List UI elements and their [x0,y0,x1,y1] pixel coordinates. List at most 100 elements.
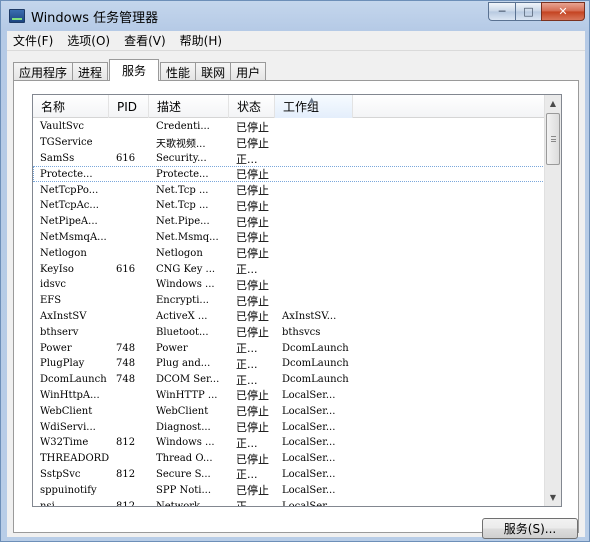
title-bar[interactable]: Windows 任务管理器 ─ □ ✕ [1,1,589,31]
cell-status: 已停止 [236,199,269,213]
cell-status: 已停止 [236,421,269,435]
scroll-down-arrow-icon[interactable]: ▼ [545,489,561,506]
cell-description: Security... [156,152,207,164]
table-row[interactable]: NetTcpAc... Net.Tcp ... 已停止 [33,198,545,214]
table-row[interactable]: Power 748 Power 正... DcomLaunch [33,340,545,356]
table-row[interactable]: WdiServi... Diagnost... 已停止 LocalSer... [33,419,545,435]
column-header-description[interactable]: 描述 [149,95,229,118]
maximize-button[interactable]: □ [515,2,541,21]
cell-status: 正... [236,357,258,371]
table-row[interactable]: PlugPlay 748 Plug and... 正... DcomLaunch [33,356,545,372]
menu-options[interactable]: 选项(O) [67,32,110,49]
cell-status: 正... [236,468,258,482]
table-row[interactable]: DcomLaunch 748 DCOM Ser... 正... DcomLaunch [33,372,545,388]
sort-ascending-icon: ▲ [309,96,315,104]
table-row[interactable]: NetPipeA... Net.Pipe... 已停止 [33,214,545,230]
minimize-button[interactable]: ─ [488,2,515,21]
menu-view[interactable]: 查看(V) [124,32,166,49]
cell-pid: 616 [116,152,136,164]
table-row[interactable]: SamSs 616 Security... 正... [33,151,545,167]
cell-description: Net.Tcp ... [156,200,209,212]
cell-status: 已停止 [236,326,269,340]
cell-status: 正... [236,500,258,507]
cell-group: LocalSer... [282,484,336,496]
cell-name: Protecte... [40,168,93,180]
cell-pid: 616 [116,263,136,275]
cell-name: AxInstSV [40,310,87,322]
tab-performance[interactable]: 性能 [160,62,197,81]
cell-status: 已停止 [236,120,269,134]
cell-description: Credenti... [156,121,210,133]
cell-name: PlugPlay [40,358,85,370]
cell-status: 正... [236,373,258,387]
table-row[interactable]: WebClient WebClient 已停止 LocalSer... [33,403,545,419]
scroll-thumb[interactable] [546,113,560,165]
menu-file[interactable]: 文件(F) [13,32,53,49]
menu-help[interactable]: 帮助(H) [180,32,222,49]
services-button[interactable]: 服务(S)... [482,518,578,539]
cell-description: Plug and... [156,358,211,370]
cell-name: nsi [40,500,55,507]
table-row[interactable]: NetTcpPo... Net.Tcp ... 已停止 [33,182,545,198]
table-row[interactable]: SstpSvc 812 Secure S... 正... LocalSer... [33,467,545,483]
scroll-up-arrow-icon[interactable]: ▲ [545,95,561,112]
cell-status: 已停止 [236,405,269,419]
cell-name: WdiServi... [40,421,96,433]
table-row[interactable]: sppuinotify SPP Noti... 已停止 LocalSer... [33,482,545,498]
services-list[interactable]: 名称 PID 描述 状态 工作组 ▲ VaultSvc Credenti... 已停… [32,94,562,507]
tab-networking[interactable]: 联网 [195,62,232,81]
cell-description: WebClient [156,405,209,417]
cell-status: 已停止 [236,452,269,466]
table-row[interactable]: WinHttpA... WinHTTP ... 已停止 LocalSer... [33,388,545,404]
cell-status: 已停止 [236,294,269,308]
cell-group: LocalSer... [282,437,336,449]
table-row[interactable]: THREADORDER Thread O... 已停止 LocalSer... [33,451,545,467]
vertical-scrollbar[interactable]: ▲ ▼ [544,95,561,506]
cell-name: W32Time [40,437,89,449]
column-header-group[interactable]: 工作组 ▲ [275,95,353,118]
tab-services[interactable]: 服务 [109,59,160,81]
tab-applications[interactable]: 应用程序 [13,62,74,81]
cell-description: Thread O... [156,453,213,465]
column-header-pid[interactable]: PID [109,95,149,118]
cell-name: EFS [40,295,62,307]
column-header-status[interactable]: 状态 [229,95,275,118]
tab-processes[interactable]: 进程 [72,62,109,81]
cell-pid: 748 [116,358,136,370]
cell-status: 已停止 [236,310,269,324]
table-row[interactable]: nsi 812 Network ... 正... LocalSer... [33,498,545,507]
cell-status: 已停止 [236,136,269,150]
cell-name: NetPipeA... [40,216,98,228]
cell-description: Bluetoot... [156,326,209,338]
table-row[interactable]: TGService 天歌视频... 已停止 [33,135,545,151]
cell-description: Network ... [156,500,213,507]
cell-description: Protecte... [156,168,209,180]
table-row[interactable]: W32Time 812 Windows ... 正... LocalSer... [33,435,545,451]
table-row[interactable]: KeyIso 616 CNG Key ... 正... [33,261,545,277]
list-rows: VaultSvc Credenti... 已停止 TGService 天歌视频... 已停… [33,119,545,507]
menu-bar: 文件(F) 选项(O) 查看(V) 帮助(H) [7,31,585,51]
table-row[interactable]: NetMsmqA... Net.Msmq... 已停止 [33,230,545,246]
cell-status: 已停止 [236,184,269,198]
cell-description: 天歌视频... [156,139,206,151]
client-area: 应用程序 进程 服务 性能 联网 用户 名称 PID 描述 状态 工作组 ▲ V… [7,51,585,539]
table-row[interactable]: EFS Encrypti... 已停止 [33,293,545,309]
table-row[interactable]: Protecte... Protecte... 已停止 [33,166,545,183]
close-button[interactable]: ✕ [541,2,585,21]
table-row[interactable]: Netlogon Netlogon 已停止 [33,245,545,261]
table-row[interactable]: VaultSvc Credenti... 已停止 [33,119,545,135]
cell-description: Net.Pipe... [156,216,210,228]
table-row[interactable]: idsvc Windows ... 已停止 [33,277,545,293]
cell-description: SPP Noti... [156,484,212,496]
column-header-name[interactable]: 名称 [33,95,109,118]
cell-status: 正... [236,152,258,166]
table-row[interactable]: bthserv Bluetoot... 已停止 bthsvcs [33,324,545,340]
cell-group: LocalSer... [282,468,336,480]
tab-users[interactable]: 用户 [230,62,267,81]
column-header-filler [353,95,545,118]
cell-status: 已停止 [236,247,269,261]
cell-name: bthserv [40,326,79,338]
table-row[interactable]: AxInstSV ActiveX ... 已停止 AxInstSV... [33,309,545,325]
cell-name: KeyIso [40,263,74,275]
cell-status: 已停止 [236,168,269,182]
